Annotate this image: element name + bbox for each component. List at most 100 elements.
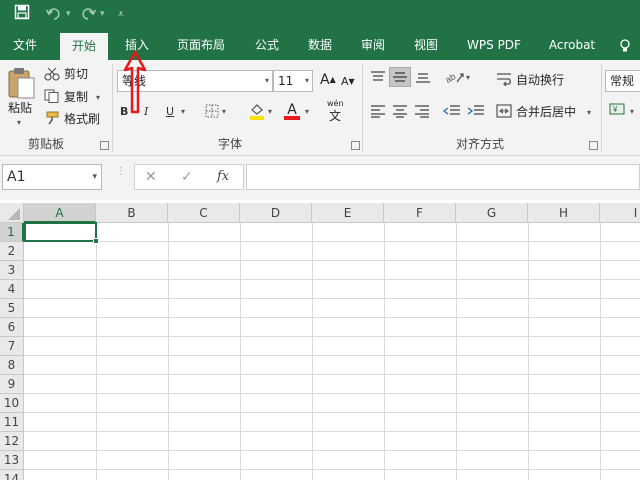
wrap-text-button[interactable]: 自动换行 [516, 72, 564, 88]
row-header-2[interactable]: 2 [0, 242, 24, 261]
align-bottom-icon[interactable] [415, 70, 431, 87]
formula-bar-grip-icon[interactable]: ⋮ [116, 167, 126, 185]
name-box[interactable]: A1 ▾ [2, 164, 102, 190]
align-center-icon[interactable] [392, 104, 408, 121]
tab-formulas[interactable]: 公式 [244, 30, 290, 60]
tab-page-layout[interactable]: 页面布局 [168, 30, 234, 60]
cancel-button[interactable]: ✕ [145, 169, 157, 185]
merge-center-dropdown-icon[interactable]: ▾ [587, 108, 591, 118]
formula-input[interactable] [246, 164, 640, 190]
clipboard-launcher-icon[interactable] [100, 141, 109, 150]
cut-icon[interactable] [44, 67, 60, 84]
orientation-icon[interactable]: ab [444, 69, 465, 88]
row-header-6[interactable]: 6 [0, 318, 24, 337]
cut-button[interactable]: 剪切 [64, 66, 88, 82]
gridline [24, 450, 640, 451]
worksheet-grid[interactable]: A B C D E F G H I 1 2 3 4 5 6 7 8 9 10 1… [0, 200, 640, 480]
redo-dropdown-icon[interactable]: ▾ [100, 4, 105, 24]
active-cell[interactable] [24, 222, 97, 242]
column-header-e[interactable]: E [312, 203, 384, 223]
accounting-format-icon[interactable]: ¥ [609, 102, 627, 121]
gridline [24, 260, 640, 261]
column-header-d[interactable]: D [240, 203, 312, 223]
row-header-5[interactable]: 5 [0, 299, 24, 318]
format-painter-button[interactable]: 格式刷 [64, 111, 100, 127]
font-size-dropdown-icon[interactable]: ▾ [305, 71, 309, 91]
merge-center-icon[interactable] [496, 104, 512, 121]
font-size-combobox[interactable]: 11 ▾ [273, 70, 313, 92]
align-left-icon[interactable] [370, 104, 386, 121]
redo-icon[interactable] [80, 6, 97, 26]
align-right-icon[interactable] [414, 104, 430, 121]
customize-icon[interactable]: ⩡ [118, 5, 124, 25]
phonetic-guide-button[interactable]: wén 文 [325, 99, 351, 123]
paste-button[interactable]: 粘贴 [8, 100, 32, 116]
decrease-indent-icon[interactable] [442, 104, 461, 121]
column-header-h[interactable]: H [528, 203, 600, 223]
grow-font-button[interactable]: A▲ [320, 72, 336, 88]
tab-home[interactable]: 开始 [60, 33, 108, 60]
fill-color-dropdown-icon[interactable]: ▾ [268, 107, 272, 117]
copy-dropdown-icon[interactable]: ▾ [96, 93, 100, 103]
row-header-3[interactable]: 3 [0, 261, 24, 280]
row-header-1[interactable]: 1 [0, 223, 24, 242]
borders-dropdown-icon[interactable]: ▾ [222, 107, 226, 117]
insert-function-button[interactable]: fx [217, 169, 229, 185]
row-header-13[interactable]: 13 [0, 451, 24, 470]
row-header-9[interactable]: 9 [0, 375, 24, 394]
row-header-12[interactable]: 12 [0, 432, 24, 451]
borders-icon[interactable] [205, 104, 219, 121]
tab-acrobat[interactable]: Acrobat [540, 30, 604, 60]
underline-button[interactable]: U [166, 104, 174, 120]
fill-handle[interactable] [93, 238, 99, 244]
align-middle-button[interactable] [389, 67, 411, 87]
font-launcher-icon[interactable] [351, 141, 360, 150]
row-header-8[interactable]: 8 [0, 356, 24, 375]
gridline [528, 223, 529, 480]
number-format-combobox[interactable]: 常规 [605, 70, 640, 92]
increase-indent-icon[interactable] [467, 104, 485, 121]
undo-dropdown-icon[interactable]: ▾ [66, 4, 71, 24]
column-header-c[interactable]: C [168, 203, 240, 223]
tab-review[interactable]: 审阅 [350, 30, 396, 60]
align-top-icon[interactable] [370, 70, 386, 87]
row-header-14[interactable]: 14 [0, 470, 24, 480]
save-icon[interactable] [14, 4, 30, 25]
row-header-7[interactable]: 7 [0, 337, 24, 356]
orientation-dropdown-icon[interactable]: ▾ [466, 73, 470, 83]
select-all-button[interactable] [0, 203, 24, 223]
column-header-g[interactable]: G [456, 203, 528, 223]
fill-color-icon[interactable] [249, 102, 265, 123]
accounting-format-dropdown-icon[interactable]: ▾ [630, 107, 634, 117]
tab-file[interactable]: 文件 [2, 30, 48, 60]
gridline [312, 223, 313, 480]
row-header-4[interactable]: 4 [0, 280, 24, 299]
column-header-i[interactable]: I [600, 203, 640, 223]
font-color-button[interactable]: A [284, 102, 300, 120]
row-header-11[interactable]: 11 [0, 413, 24, 432]
column-header-f[interactable]: F [384, 203, 456, 223]
enter-button[interactable]: ✓ [181, 169, 193, 185]
copy-icon[interactable] [44, 89, 60, 106]
copy-button[interactable]: 复制 [64, 89, 88, 105]
paste-dropdown-icon[interactable]: ▾ [17, 118, 21, 128]
format-painter-icon[interactable] [44, 111, 60, 128]
row-header-10[interactable]: 10 [0, 394, 24, 413]
column-header-a[interactable]: A [24, 203, 96, 223]
tab-wps-pdf[interactable]: WPS PDF [458, 30, 530, 60]
wrap-text-icon[interactable] [496, 72, 512, 89]
underline-dropdown-icon[interactable]: ▾ [181, 107, 185, 117]
alignment-launcher-icon[interactable] [589, 141, 598, 150]
font-color-dropdown-icon[interactable]: ▾ [305, 107, 309, 117]
paste-icon[interactable] [6, 66, 36, 100]
tell-me-icon[interactable] [612, 30, 638, 60]
font-name-dropdown-icon[interactable]: ▾ [265, 71, 269, 91]
name-box-dropdown-icon[interactable]: ▾ [92, 165, 97, 189]
ribbon-tabs: 文件 开始 插入 页面布局 公式 数据 审阅 视图 WPS PDF Acroba… [0, 30, 640, 60]
tab-view[interactable]: 视图 [403, 30, 449, 60]
merge-center-button[interactable]: 合并后居中 [516, 104, 576, 120]
tab-data[interactable]: 数据 [297, 30, 343, 60]
shrink-font-button[interactable]: A▼ [341, 74, 355, 90]
undo-icon[interactable] [45, 6, 62, 26]
column-header-b[interactable]: B [96, 203, 168, 223]
